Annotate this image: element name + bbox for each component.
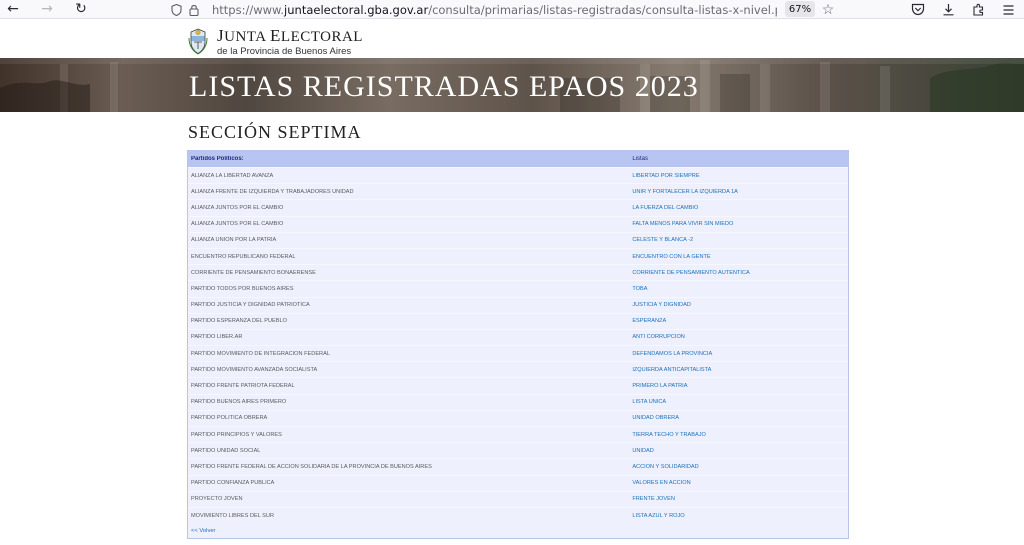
- party-name-cell: PARTIDO CONFIANZA PUBLICA: [191, 480, 275, 487]
- party-name-cell: PARTIDO FRENTE FEDERAL DE ACCION SOLIDAR…: [191, 463, 432, 470]
- list-name-link[interactable]: LISTA UNICA: [628, 399, 848, 405]
- table-row: ENCUENTRO REPUBLICANO FEDERAL ENCUENTRO C…: [188, 247, 848, 264]
- table-row: MOVIMIENTO LIBRES DEL SUR LISTA AZUL Y RO…: [188, 506, 848, 523]
- list-name-link[interactable]: VALORES EN ACCION: [628, 480, 848, 486]
- party-name-cell: PARTIDO POLITICA OBRERA: [191, 415, 268, 422]
- party-name-cell: ALIANZA JUNTOS POR EL CAMBIO: [191, 204, 284, 211]
- party-name-cell: PROYECTO JOVEN: [191, 496, 243, 503]
- logo-title: JUNTA ELECTORAL: [217, 26, 363, 45]
- party-name-cell: PARTIDO MOVIMIENTO DE INTEGRACION FEDERA…: [191, 350, 330, 357]
- hero-banner: LISTAS REGISTRADAS EPAOS 2023: [0, 58, 1024, 112]
- list-name-link[interactable]: LIBERTAD POR SIEMPRE: [628, 173, 848, 179]
- party-name-cell: PARTIDO FRENTE PATRIOTA FEDERAL: [191, 383, 295, 390]
- table-row: PARTIDO FRENTE PATRIOTA FEDERAL PRIMERO L…: [188, 377, 848, 393]
- table-row: ALIANZA JUNTOS POR EL CAMBIO LA FUERZA DE…: [188, 199, 848, 215]
- zoom-level-badge[interactable]: 67%: [785, 1, 815, 17]
- party-name-cell: PARTIDO LIBER.AR: [191, 334, 243, 341]
- list-name-link[interactable]: CELESTE Y BLANCA -2: [628, 237, 848, 243]
- list-name-link[interactable]: FRENTE JOVEN: [628, 496, 848, 502]
- list-name-link[interactable]: TOBA: [628, 286, 848, 292]
- party-name-cell: PARTIDO UNIDAD SOCIAL: [191, 447, 261, 454]
- table-row: PARTIDO BUENOS AIRES PRIMERO LISTA UNICA: [188, 393, 848, 410]
- column-header-parties: Partidos Politicos:: [191, 156, 244, 162]
- list-name-link[interactable]: ANTI CORRUPCION: [628, 334, 848, 340]
- party-name-cell: PARTIDO PRINCIPIOS Y VALORES: [191, 431, 282, 438]
- site-header: [0, 20, 1024, 58]
- table-row: PARTIDO ESPERANZA DEL PUEBLO ESPERANZA: [188, 312, 848, 329]
- list-name-link[interactable]: FALTA MENOS PARA VIVIR SIN MIEDO: [628, 221, 848, 227]
- back-link-row: << Volver: [188, 523, 848, 538]
- logo-subtitle: de la Provincia de Buenos Aires: [217, 46, 352, 57]
- list-name-link[interactable]: ESPERANZA: [628, 318, 848, 324]
- party-name-cell: PARTIDO MOVIMIENTO AVANZADA SOCIALISTA: [191, 366, 318, 373]
- list-name-link[interactable]: ACCION Y SOLIDARIDAD: [628, 464, 848, 470]
- party-name-cell: MOVIMIENTO LIBRES DEL SUR: [191, 512, 274, 519]
- table-row: PROYECTO JOVEN FRENTE JOVEN: [188, 490, 848, 507]
- list-name-link[interactable]: LA FUERZA DEL CAMBIO: [628, 205, 848, 211]
- lock-icon[interactable]: [186, 0, 202, 19]
- menu-icon[interactable]: [1000, 2, 1016, 18]
- table-row: ALIANZA JUNTOS POR EL CAMBIO FALTA MENOS …: [188, 215, 848, 232]
- list-name-link[interactable]: CORRIENTE DE PENSAMIENTO AUTENTICA: [628, 270, 848, 276]
- download-icon[interactable]: [940, 2, 956, 18]
- forward-arrow-icon[interactable]: →: [36, 0, 58, 19]
- table-row: PARTIDO MOVIMIENTO AVANZADA SOCIALISTA IZ…: [188, 361, 848, 377]
- party-name-cell: ALIANZA LA LIBERTAD AVANZA: [191, 172, 274, 179]
- list-name-link[interactable]: IZQUIERDA ANTICAPITALISTA: [628, 367, 848, 373]
- extensions-icon[interactable]: [970, 2, 986, 18]
- url-text[interactable]: https://www.juntaelectoral.gba.gov.ar/co…: [212, 3, 777, 17]
- table-row: PARTIDO UNIDAD SOCIAL UNIDAD: [188, 442, 848, 458]
- back-link[interactable]: << Volver: [191, 528, 216, 534]
- party-name-cell: ALIANZA UNION POR LA PATRIA: [191, 237, 277, 244]
- pocket-icon[interactable]: [910, 2, 926, 18]
- party-name-cell: ALIANZA FRENTE DE IZQUIERDA Y TRABAJADOR…: [191, 188, 354, 195]
- coat-of-arms-icon: [188, 28, 208, 55]
- site-logo[interactable]: JUNTA ELECTORAL de la Provincia de Bueno…: [188, 27, 363, 57]
- table-row: PARTIDO POLITICA OBRERA UNIDAD OBRERA: [188, 409, 848, 426]
- table-row: ALIANZA UNION POR LA PATRIA CELESTE Y BLA…: [188, 231, 848, 248]
- table-row: PARTIDO PRINCIPIOS Y VALORES TIERRA TECHO…: [188, 426, 848, 442]
- table-row: PARTIDO JUSTICIA Y DIGNIDAD PATRIOTICA JU…: [188, 296, 848, 313]
- party-name-cell: CORRIENTE DE PENSAMIENTO BONAERENSE: [191, 269, 316, 276]
- section-title: SECCIÓN SEPTIMA: [188, 122, 362, 142]
- table-row: PARTIDO MOVIMIENTO DE INTEGRACION FEDERA…: [188, 345, 848, 361]
- shield-icon[interactable]: [168, 0, 184, 19]
- table-row: PARTIDO CONFIANZA PUBLICA VALORES EN ACCI…: [188, 474, 848, 491]
- lists-table: Partidos Politicos: Listas ALIANZA LA LI…: [187, 150, 849, 540]
- list-name-link[interactable]: PRIMERO LA PATRIA: [628, 383, 848, 389]
- table-header-row: Partidos Politicos: Listas: [188, 151, 848, 167]
- table-row: PARTIDO TODOS POR BUENOS AIRES TOBA: [188, 280, 848, 296]
- list-name-link[interactable]: UNIDAD: [628, 448, 848, 454]
- bookmark-star-icon[interactable]: ☆: [820, 0, 836, 19]
- table-row: PARTIDO FRENTE FEDERAL DE ACCION SOLIDAR…: [188, 458, 848, 474]
- list-name-link[interactable]: DEFENDAMOS LA PROVINCIA: [628, 351, 848, 357]
- party-name-cell: ALIANZA JUNTOS POR EL CAMBIO: [191, 221, 284, 228]
- address-bar[interactable]: https://www.juntaelectoral.gba.gov.ar/co…: [168, 0, 840, 19]
- list-name-link[interactable]: TIERRA TECHO Y TRABAJO: [628, 432, 848, 438]
- back-arrow-icon[interactable]: ←: [2, 0, 24, 19]
- list-name-link[interactable]: UNIR Y FORTALECER LA IZQUIERDA 1A: [628, 189, 848, 195]
- list-name-link[interactable]: LISTA AZUL Y ROJO: [628, 513, 848, 519]
- table-row: ALIANZA FRENTE DE IZQUIERDA Y TRABAJADOR…: [188, 183, 848, 199]
- list-name-link[interactable]: JUSTICIA Y DIGNIDAD: [628, 302, 848, 308]
- column-header-lists: Listas: [632, 156, 649, 162]
- list-name-link[interactable]: ENCUENTRO CON LA GENTE: [628, 254, 848, 260]
- list-name-link[interactable]: UNIDAD OBRERA: [628, 415, 848, 421]
- reload-icon[interactable]: ↻: [70, 0, 92, 19]
- table-row: CORRIENTE DE PENSAMIENTO BONAERENSE CORRI…: [188, 264, 848, 280]
- party-name-cell: ENCUENTRO REPUBLICANO FEDERAL: [191, 253, 296, 260]
- party-name-cell: PARTIDO JUSTICIA Y DIGNIDAD PATRIOTICA: [191, 302, 310, 309]
- page-title: LISTAS REGISTRADAS EPAOS 2023: [189, 70, 699, 103]
- party-name-cell: PARTIDO TODOS POR BUENOS AIRES: [191, 285, 294, 292]
- table-row: PARTIDO LIBER.AR ANTI CORRUPCION: [188, 328, 848, 345]
- party-name-cell: PARTIDO ESPERANZA DEL PUEBLO: [191, 318, 287, 325]
- browser-toolbar: ← → ↻ https://www.juntaelectoral.gba.gov…: [0, 0, 1024, 19]
- party-name-cell: PARTIDO BUENOS AIRES PRIMERO: [191, 399, 287, 406]
- table-row: ALIANZA LA LIBERTAD AVANZA LIBERTAD POR S…: [188, 167, 848, 183]
